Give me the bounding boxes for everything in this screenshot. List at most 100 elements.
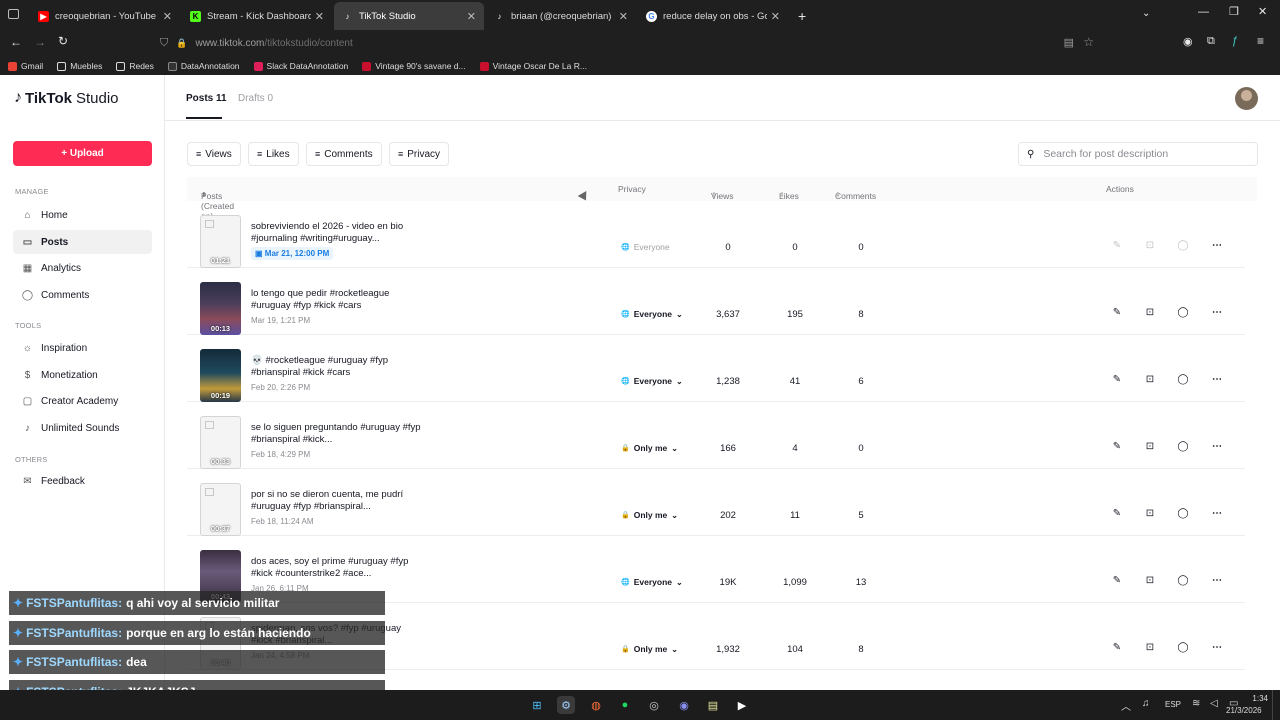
bookmark-redes[interactable]: Redes — [116, 61, 154, 71]
avatar[interactable] — [1235, 87, 1258, 110]
clock-date[interactable]: 21/3/2026 — [1226, 706, 1262, 715]
close-window-icon[interactable]: ✕ — [1258, 5, 1267, 18]
bookmark-slack[interactable]: Slack DataAnnotation — [253, 61, 348, 71]
reader-view-icon[interactable]: ▤ — [1064, 36, 1074, 49]
back-icon[interactable]: ← — [10, 35, 22, 49]
url-bar[interactable]: ⛉ 🔒 www.tiktok.com /tiktokstudio/content… — [152, 31, 1102, 55]
video-thumbnail[interactable]: 00:13 — [200, 282, 241, 335]
video-thumbnail[interactable]: 00:37 — [200, 483, 241, 536]
restore-icon[interactable]: ❐ — [1229, 5, 1239, 18]
privacy-dropdown[interactable]: 🔒 Only me ⌄ — [621, 644, 678, 654]
new-tab-icon[interactable]: + — [798, 8, 806, 24]
close-tab-icon[interactable]: ✕ — [163, 10, 172, 23]
video-thumbnail[interactable]: 00:19 — [200, 349, 241, 402]
bookmark-vintage-oscar[interactable]: Vintage Oscar De La R... — [479, 61, 587, 71]
bookmark-vintage-90s[interactable]: Vintage 90's savane d... — [362, 61, 466, 71]
bookmark-gmail[interactable]: Gmail — [8, 61, 43, 71]
tab-overview-icon[interactable] — [8, 9, 19, 19]
table-row[interactable]: 00:33 se lo siguen preguntando #uruguay #… — [187, 402, 1245, 469]
cover-image-icon[interactable]: ⊡ — [1143, 642, 1157, 653]
upload-button[interactable]: + Upload — [13, 141, 152, 166]
extensions-icon[interactable]: ⧉ — [1207, 35, 1215, 48]
post-description[interactable]: dos aces, soy el prime #uruguay #fyp #ki… — [251, 556, 421, 580]
tray-chevron-icon[interactable]: ︿ — [1121, 698, 1131, 713]
post-description[interactable]: 💀 #rocketleague #uruguay #fyp #brianspir… — [251, 355, 421, 379]
close-tab-icon[interactable]: ✕ — [619, 10, 628, 23]
browser-tab-kick[interactable]: K Stream - Kick Dashboard ✕ — [182, 2, 332, 30]
close-tab-icon[interactable]: ✕ — [467, 10, 476, 23]
comments-icon[interactable]: ◯ — [1176, 508, 1190, 519]
account-icon[interactable]: ◉ — [1183, 35, 1193, 48]
post-description[interactable]: lo tengo que pedir #rocketleague #urugua… — [251, 288, 421, 312]
filter-likes-button[interactable]: ≡ Likes — [248, 142, 299, 166]
sidebar-item-monetization[interactable]: $ Monetization — [13, 363, 152, 387]
more-options-icon[interactable]: ⋯ — [1210, 240, 1224, 251]
sidebar-item-creator-academy[interactable]: ▢ Creator Academy — [13, 389, 152, 413]
sidebar-item-home[interactable]: ⌂ Home — [13, 203, 152, 227]
notepad-icon[interactable]: ▤ — [704, 696, 722, 714]
browser-tab-tiktok-profile[interactable]: ♪ briaan (@creoquebrian) | TikTok ✕ — [486, 2, 636, 30]
bookmark-dataannotation[interactable]: DataAnnotation — [167, 61, 240, 71]
privacy-dropdown[interactable]: 🔒 Only me ⌄ — [621, 443, 678, 453]
extension-icon[interactable]: ƒ — [1232, 35, 1238, 47]
browser-tab-youtube[interactable]: ▶ creoquebrian - YouTube ✕ — [30, 2, 180, 30]
table-row[interactable]: 01:21 sobreviviendo el 2026 - video en bi… — [187, 201, 1245, 268]
start-icon[interactable]: ⊞ — [528, 696, 546, 714]
reload-icon[interactable]: ↻ — [58, 34, 68, 48]
wifi-icon[interactable]: ≋ — [1192, 698, 1200, 709]
privacy-dropdown[interactable]: 🌐 Everyone ⌄ — [621, 309, 683, 319]
tiktok-studio-logo[interactable]: ♪ TikTok Studio — [14, 89, 119, 107]
close-tab-icon[interactable]: ✕ — [771, 10, 780, 23]
filter-privacy-button[interactable]: ≡ Privacy — [389, 142, 450, 166]
steam-icon[interactable]: ⚙ — [557, 696, 575, 714]
more-options-icon[interactable]: ⋯ — [1210, 307, 1224, 318]
table-row[interactable]: 00:19 💀 #rocketleague #uruguay #fyp #bria… — [187, 335, 1245, 402]
comments-icon[interactable]: ◯ — [1176, 441, 1190, 452]
browser-tab-tiktok-studio[interactable]: ♪ TikTok Studio ✕ — [334, 2, 484, 30]
privacy-dropdown[interactable]: 🌐 Everyone ⌄ — [621, 376, 683, 386]
tab-posts[interactable]: Posts 11 — [186, 93, 227, 104]
comments-icon[interactable]: ◯ — [1176, 642, 1190, 653]
comments-icon[interactable]: ◯ — [1176, 374, 1190, 385]
cover-image-icon[interactable]: ⊡ — [1143, 441, 1157, 452]
cover-image-icon[interactable]: ⊡ — [1143, 508, 1157, 519]
comments-icon[interactable]: ◯ — [1176, 307, 1190, 318]
cover-image-icon[interactable]: ⊡ — [1143, 240, 1157, 251]
edit-icon[interactable]: ✎ — [1110, 441, 1124, 452]
spotify-icon[interactable]: ● — [616, 696, 634, 714]
privacy-dropdown[interactable]: 🔒 Only me ⌄ — [621, 510, 678, 520]
sidebar-item-comments[interactable]: ◯ Comments — [13, 283, 152, 307]
sidebar-item-inspiration[interactable]: ☼ Inspiration — [13, 336, 152, 360]
post-description[interactable]: se lo siguen preguntando #uruguay #fyp #… — [251, 422, 421, 446]
more-options-icon[interactable]: ⋯ — [1210, 508, 1224, 519]
sidebar-item-posts[interactable]: ▭ Posts — [13, 230, 152, 254]
shield-icon[interactable]: ⛉ — [160, 37, 168, 50]
browser-tab-google[interactable]: G reduce delay on obs - Google S ✕ — [638, 2, 788, 30]
more-options-icon[interactable]: ⋯ — [1210, 374, 1224, 385]
volume-icon[interactable]: ◁ — [1210, 698, 1218, 709]
lock-icon[interactable]: 🔒 — [176, 38, 187, 49]
edit-icon[interactable]: ✎ — [1110, 374, 1124, 385]
microphone-icon[interactable]: ♫ — [1142, 698, 1150, 709]
table-row[interactable]: 00:13 lo tengo que pedir #rocketleague #u… — [187, 268, 1245, 335]
edit-icon[interactable]: ✎ — [1110, 642, 1124, 653]
privacy-dropdown[interactable]: 🌐 Everyone ⌄ — [621, 577, 683, 587]
comments-icon[interactable]: ◯ — [1176, 240, 1190, 251]
firefox-icon[interactable]: ◍ — [587, 696, 605, 714]
menu-icon[interactable]: ≡ — [1257, 34, 1264, 48]
filter-comments-button[interactable]: ≡ Comments — [306, 142, 382, 166]
video-thumbnail[interactable]: 00:33 — [200, 416, 241, 469]
cover-image-icon[interactable]: ⊡ — [1143, 374, 1157, 385]
tab-list-chevron-icon[interactable]: ⌄ — [1142, 8, 1150, 19]
minimize-icon[interactable]: — — [1198, 6, 1209, 18]
edit-icon[interactable]: ✎ — [1110, 575, 1124, 586]
bookmark-star-icon[interactable]: ☆ — [1083, 35, 1094, 49]
more-options-icon[interactable]: ⋯ — [1210, 575, 1224, 586]
tab-drafts[interactable]: Drafts 0 — [238, 93, 273, 104]
close-tab-icon[interactable]: ✕ — [315, 10, 324, 23]
obs-icon[interactable]: ▶ — [733, 696, 751, 714]
show-desktop-button[interactable] — [1272, 690, 1280, 720]
comments-icon[interactable]: ◯ — [1176, 575, 1190, 586]
forward-icon[interactable]: → — [34, 35, 46, 49]
video-thumbnail[interactable]: 01:21 — [200, 215, 241, 268]
